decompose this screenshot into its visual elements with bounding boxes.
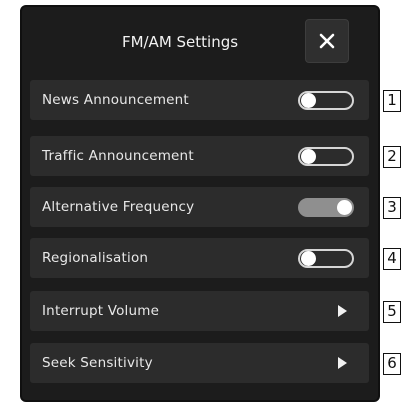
setting-label: Regionalisation [42,250,149,266]
setting-label: Traffic Announcement [42,148,194,164]
callout-label: 1 [383,90,401,112]
callout-label: 3 [383,197,401,219]
setting-row-alternative-frequency[interactable]: Alternative Frequency [30,187,369,227]
setting-row-seek-sensitivity[interactable]: Seek Sensitivity [30,343,369,383]
regionalisation-toggle[interactable] [298,249,354,268]
setting-label: Alternative Frequency [42,199,195,215]
callout-label: 5 [383,301,401,323]
close-button[interactable] [305,19,349,63]
chevron-right-icon [338,305,347,317]
toggle-knob [301,251,316,266]
toggle-knob [301,93,316,108]
close-icon [319,33,335,49]
toggle-knob [301,149,316,164]
callout-label: 4 [383,248,401,270]
setting-label: Interrupt Volume [42,303,160,319]
setting-row-news-announcement[interactable]: News Announcement [30,80,369,120]
setting-row-traffic-announcement[interactable]: Traffic Announcement [30,136,369,176]
toggle-knob [337,200,352,215]
setting-row-interrupt-volume[interactable]: Interrupt Volume [30,291,369,331]
news-announcement-toggle[interactable] [298,91,354,110]
page-title: FM/AM Settings [121,33,239,51]
callout-label: 6 [383,353,401,375]
setting-label: News Announcement [42,92,189,108]
callout-label: 2 [383,146,401,168]
chevron-right-icon [338,357,347,369]
alternative-frequency-toggle[interactable] [298,198,354,217]
setting-row-regionalisation[interactable]: Regionalisation [30,238,369,278]
traffic-announcement-toggle[interactable] [298,147,354,166]
setting-label: Seek Sensitivity [42,355,153,371]
